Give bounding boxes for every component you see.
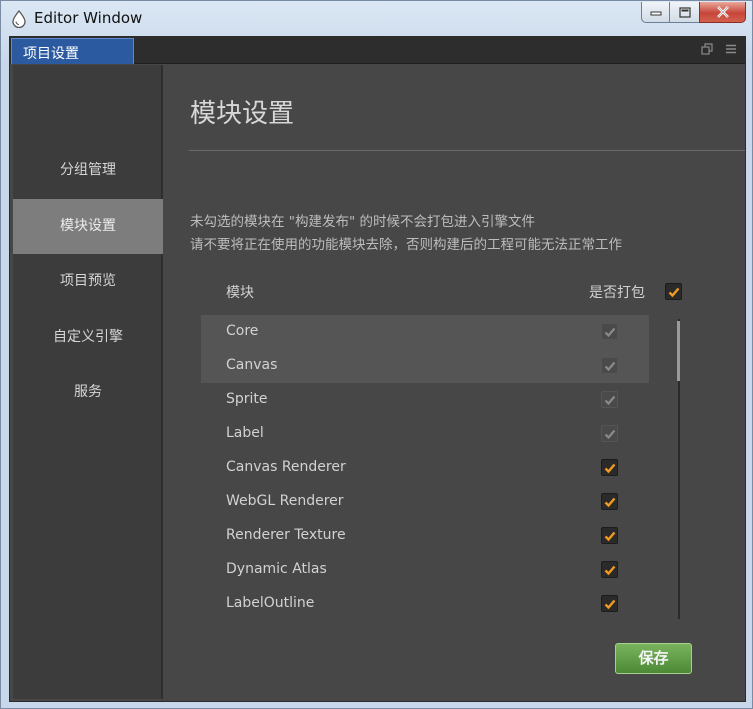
description-line-1: 未勾选的模块在 "构建发布" 的时候不会打包进入引擎文件 xyxy=(190,214,536,230)
sidebar-item-services[interactable]: 服务 xyxy=(13,365,163,420)
tab-tools xyxy=(701,43,737,55)
module-checkbox[interactable] xyxy=(601,595,618,612)
minimize-icon xyxy=(650,11,661,16)
sidebar-item-project-preview[interactable]: 项目预览 xyxy=(13,254,163,309)
module-checkbox[interactable] xyxy=(601,561,618,578)
module-checkbox xyxy=(601,425,618,442)
settings-sidebar: 分组管理 模块设置 项目预览 自定义引擎 服务 xyxy=(13,65,163,699)
column-header-pack: 是否打包 xyxy=(589,285,645,301)
checkmark-icon xyxy=(604,531,616,542)
module-name: Core xyxy=(226,323,259,339)
maximize-icon xyxy=(678,6,691,18)
list-item[interactable]: Core xyxy=(201,315,649,349)
menu-icon[interactable] xyxy=(725,43,737,55)
tab-bar: 项目设置 xyxy=(10,37,745,64)
minimize-button[interactable] xyxy=(641,2,670,23)
list-item[interactable]: WebGL Renderer xyxy=(201,485,649,519)
list-item[interactable]: Canvas xyxy=(201,349,649,383)
list-item[interactable]: Canvas Renderer xyxy=(201,451,649,485)
module-checkbox[interactable] xyxy=(601,527,618,544)
module-name: Sprite xyxy=(226,391,268,407)
tab-project-settings[interactable]: 项目设置 xyxy=(11,38,134,64)
module-name: Canvas xyxy=(226,357,278,373)
list-item[interactable]: Sprite xyxy=(201,383,649,417)
module-checkbox xyxy=(601,357,618,374)
sidebar-item-module-settings[interactable]: 模块设置 xyxy=(13,199,163,254)
module-list-scroll-thumb[interactable] xyxy=(677,321,680,381)
title-divider xyxy=(189,150,745,151)
checkmark-icon xyxy=(604,463,616,474)
save-button[interactable]: 保存 xyxy=(615,643,692,674)
page-title: 模块设置 xyxy=(190,99,295,129)
checkmark-icon xyxy=(668,287,680,298)
checkmark-icon xyxy=(604,599,616,610)
list-item[interactable]: Label xyxy=(201,417,649,451)
popout-icon[interactable] xyxy=(701,43,713,55)
maximize-button[interactable] xyxy=(670,2,699,23)
checkmark-icon xyxy=(604,429,616,440)
close-button[interactable] xyxy=(699,2,746,23)
module-settings-panel: 模块设置 未勾选的模块在 "构建发布" 的时候不会打包进入引擎文件 请不要将正在… xyxy=(165,65,745,701)
module-name: Canvas Renderer xyxy=(226,459,346,475)
module-name: Label xyxy=(226,425,264,441)
module-checkbox[interactable] xyxy=(601,459,618,476)
module-checkbox xyxy=(601,323,618,340)
module-name: Renderer Texture xyxy=(226,527,346,543)
sidebar-item-group-management[interactable]: 分组管理 xyxy=(13,143,163,198)
close-icon xyxy=(716,6,729,18)
checkmark-icon xyxy=(604,361,616,372)
list-item[interactable]: Renderer Texture xyxy=(201,519,649,553)
window-title: Editor Window xyxy=(34,9,143,27)
module-list: Core Canvas Sprite Label Canvas Renderer… xyxy=(201,315,649,625)
list-item[interactable]: Dynamic Atlas xyxy=(201,553,649,587)
module-name: LabelOutline xyxy=(226,595,315,611)
list-item[interactable]: LabelOutline xyxy=(201,587,649,621)
window-controls xyxy=(641,2,746,24)
checkmark-icon xyxy=(604,497,616,508)
module-checkbox xyxy=(601,391,618,408)
checkmark-icon xyxy=(604,565,616,576)
module-name: Dynamic Atlas xyxy=(226,561,327,577)
select-all-checkbox[interactable] xyxy=(665,283,682,300)
module-checkbox[interactable] xyxy=(601,493,618,510)
module-name: WebGL Renderer xyxy=(226,493,344,509)
checkmark-icon xyxy=(604,327,616,338)
checkmark-icon xyxy=(604,395,616,406)
description-line-2: 请不要将正在使用的功能模块去除，否则构建后的工程可能无法正常工作 xyxy=(190,237,622,253)
column-header-module: 模块 xyxy=(226,285,254,301)
editor-window: Editor Window 项目设置 分组管理 模块设置 项目预览 自定义引擎 … xyxy=(0,0,753,709)
editor-client-area: 项目设置 分组管理 模块设置 项目预览 自定义引擎 服务 模块设置 未勾选的模块… xyxy=(9,36,746,702)
sidebar-item-custom-engine[interactable]: 自定义引擎 xyxy=(13,310,163,365)
drop-icon xyxy=(12,10,26,28)
title-bar[interactable]: Editor Window xyxy=(1,1,752,37)
